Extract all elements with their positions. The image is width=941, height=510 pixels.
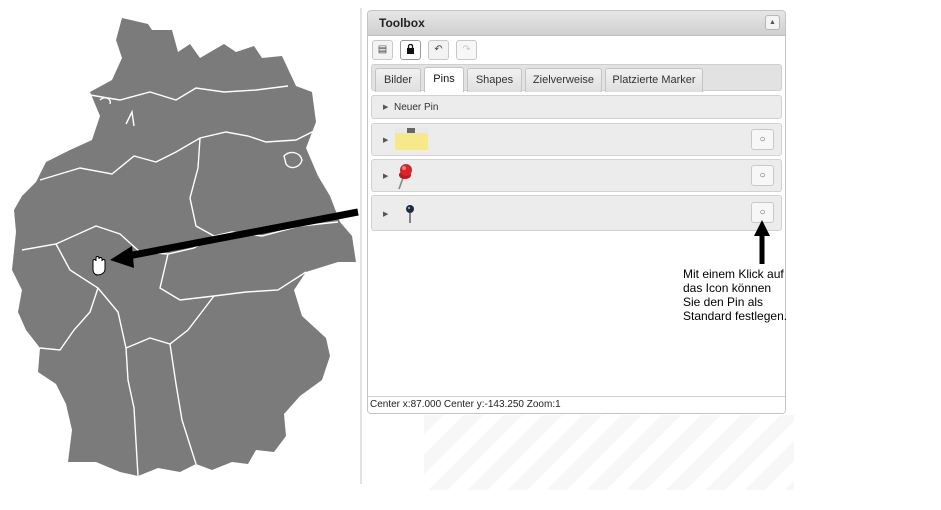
expand-arrow-icon[interactable]: ▶ (383, 172, 388, 180)
red-pushpin-icon (398, 164, 412, 190)
set-default-button[interactable]: ○ (751, 129, 774, 150)
expand-arrow-icon[interactable]: ▶ (383, 210, 388, 218)
pin-row-dark[interactable]: ▶ ○ (371, 195, 782, 231)
save-icon: ▤ (377, 44, 388, 55)
collapse-button[interactable]: ▲ (765, 15, 780, 30)
status-bar: Center x:87.000 Center y:-143.250 Zoom:1 (368, 396, 785, 413)
lock-button[interactable] (400, 40, 421, 60)
annotation-line: Standard festlegen. (683, 309, 788, 323)
annotation-text: Mit einem Klick auf das Icon können Sie … (683, 267, 803, 323)
annotation-line: das Icon können (683, 281, 772, 295)
new-pin-row[interactable]: ▶ Neuer Pin (371, 95, 782, 119)
pin-row-red[interactable]: ▶ ○ (371, 159, 782, 192)
map-canvas[interactable] (0, 0, 360, 488)
dark-pin-icon (406, 205, 414, 223)
hand-cursor-icon (92, 256, 106, 276)
germany-map[interactable] (0, 0, 360, 488)
undo-icon: ↶ (434, 44, 443, 55)
tab-zielverweise[interactable]: Zielverweise (525, 68, 602, 92)
tab-shapes[interactable]: Shapes (467, 68, 522, 92)
background-pattern (424, 415, 794, 490)
toolbox-panel: Toolbox ▲ ▤ ↶ ↷ Bilder Pins Shapes Zielv… (367, 10, 786, 414)
tab-bilder[interactable]: Bilder (375, 68, 421, 92)
tab-bar: Bilder Pins Shapes Zielverweise Platzier… (371, 64, 782, 92)
redo-button[interactable]: ↷ (456, 40, 477, 60)
pin-row-note[interactable]: ▶ ○ (371, 123, 782, 156)
sticky-note-icon (395, 128, 428, 150)
toolbox-header[interactable]: Toolbox ▲ (368, 11, 785, 36)
expand-arrow-icon[interactable]: ▶ (383, 103, 388, 111)
toolbox-title: Toolbox (379, 16, 425, 30)
panel-divider[interactable] (360, 8, 362, 484)
tab-pins[interactable]: Pins (424, 67, 464, 92)
redo-icon: ↷ (462, 44, 471, 55)
save-button[interactable]: ▤ (372, 40, 393, 60)
lock-icon (406, 43, 415, 55)
new-pin-label: Neuer Pin (394, 102, 439, 113)
set-default-button[interactable]: ○ (751, 165, 774, 186)
undo-button[interactable]: ↶ (428, 40, 449, 60)
tab-platzierte-marker[interactable]: Platzierte Marker (605, 68, 703, 92)
annotation-line: Mit einem Klick auf (683, 267, 784, 281)
expand-arrow-icon[interactable]: ▶ (383, 136, 388, 144)
annotation-line: Sie den Pin als (683, 295, 764, 309)
set-default-button[interactable]: ○ (751, 202, 774, 223)
